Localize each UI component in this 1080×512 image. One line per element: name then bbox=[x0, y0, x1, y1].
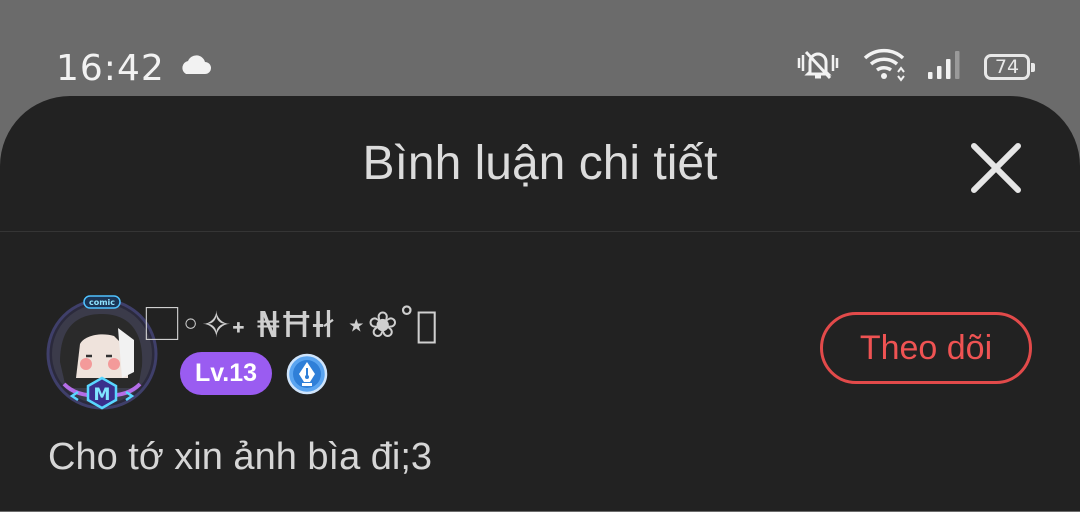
status-icons: 74 bbox=[794, 46, 1035, 87]
battery-icon: 74 bbox=[984, 53, 1035, 80]
cloud-icon bbox=[178, 52, 212, 81]
vibrate-mute-icon bbox=[794, 46, 842, 87]
wifi-icon bbox=[862, 46, 906, 87]
avatar[interactable]: comic M bbox=[42, 292, 162, 412]
avatar-comic-label: comic bbox=[89, 298, 115, 307]
avatar-letter: M bbox=[94, 385, 111, 405]
comment-item: comic M ⃞◦✧˖ ₦ĦƗł ⋆❀˚⃞ Lv.13 Theo dõi Ch… bbox=[0, 232, 1080, 512]
sheet-title: Bình luận chi tiết bbox=[362, 137, 718, 190]
comment-detail-sheet: Bình luận chi tiết comic M ⃞◦✧˖ ₦ĦƗł ⋆❀˚… bbox=[0, 96, 1080, 511]
sheet-header: Bình luận chi tiết bbox=[0, 96, 1080, 232]
close-icon bbox=[971, 143, 1021, 193]
follow-button[interactable]: Theo dõi bbox=[820, 312, 1032, 384]
signal-icon bbox=[926, 48, 964, 85]
battery-level: 74 bbox=[994, 55, 1020, 78]
comment-text: Cho tớ xin ảnh bìa đi;3 bbox=[48, 436, 433, 478]
username[interactable]: ⃞◦✧˖ ₦ĦƗł ⋆❀˚⃞ bbox=[180, 296, 437, 348]
status-bar: 16:42 74 bbox=[0, 0, 1080, 96]
status-time: 16:42 bbox=[56, 48, 165, 89]
writer-badge-icon bbox=[286, 353, 328, 400]
close-button[interactable] bbox=[966, 138, 1026, 198]
level-badge: Lv.13 bbox=[180, 352, 272, 395]
